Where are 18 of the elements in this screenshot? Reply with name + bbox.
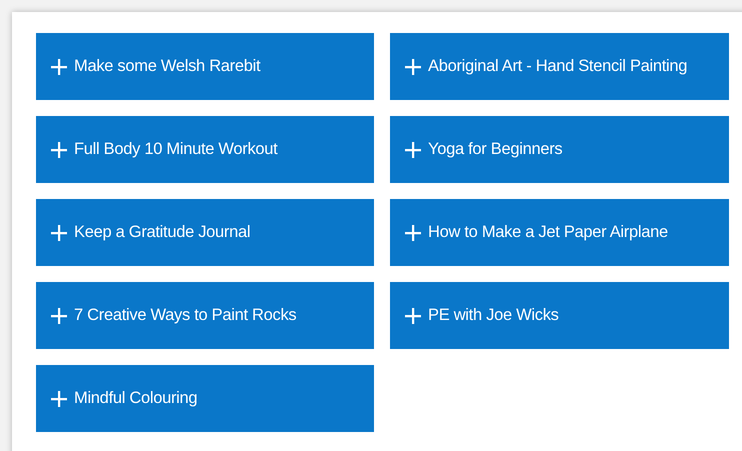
plus-icon xyxy=(405,58,421,74)
accordion-item[interactable]: Mindful Colouring xyxy=(36,365,374,432)
accordion-item[interactable]: Full Body 10 Minute Workout xyxy=(36,116,374,183)
accordion-item[interactable]: Keep a Gratitude Journal xyxy=(36,199,374,266)
plus-icon xyxy=(405,142,421,158)
accordion-item[interactable]: Aboriginal Art - Hand Stencil Painting xyxy=(390,33,729,100)
accordion-item[interactable]: Yoga for Beginners xyxy=(390,116,729,183)
accordion-item[interactable]: Make some Welsh Rarebit xyxy=(36,33,374,100)
plus-icon xyxy=(51,58,67,74)
accordion-item[interactable]: How to Make a Jet Paper Airplane xyxy=(390,199,729,266)
plus-icon xyxy=(51,142,67,158)
accordion-item[interactable]: 7 Creative Ways to Paint Rocks xyxy=(36,282,374,349)
plus-icon xyxy=(51,390,67,406)
plus-icon xyxy=(51,308,67,324)
plus-icon xyxy=(405,224,421,240)
plus-icon xyxy=(405,308,421,324)
accordion-item[interactable]: PE with Joe Wicks xyxy=(390,282,729,349)
plus-icon xyxy=(51,224,67,240)
